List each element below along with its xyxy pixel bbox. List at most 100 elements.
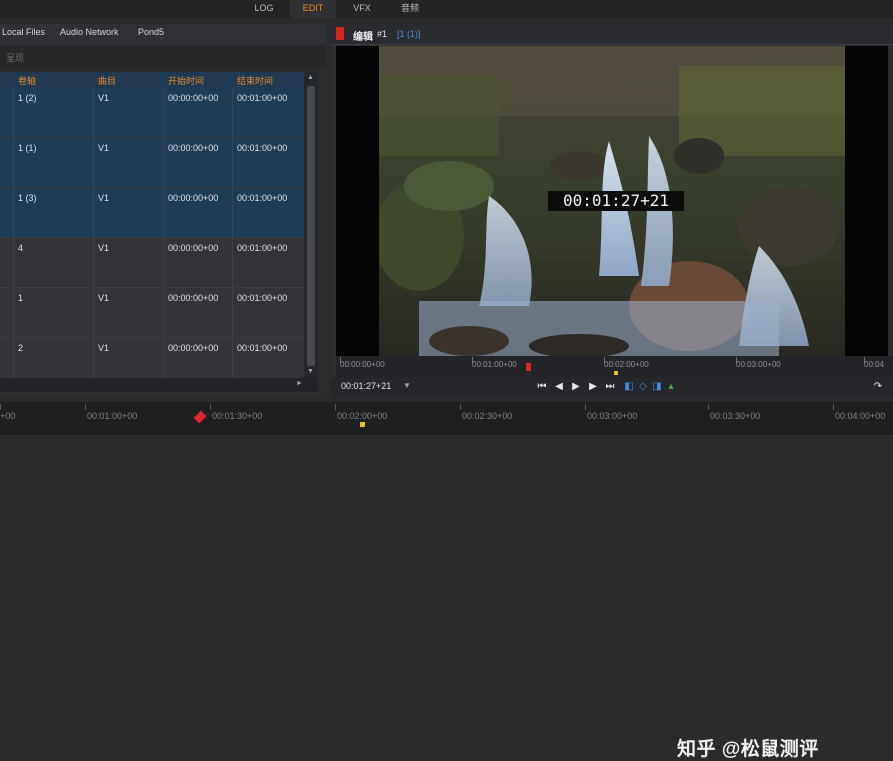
table-row[interactable]: 1 (2) V1 00:00:00+00 00:01:00+00	[0, 88, 304, 138]
timecode-overlay: 00:01:27+21	[548, 191, 684, 211]
timeline-label: 00:03:00+00	[587, 411, 638, 421]
timeline-label: +00	[0, 411, 16, 421]
column-divider	[13, 238, 14, 287]
sequence-timeline[interactable]: +00 00:01:00+00 00:01:30+00 00:02:00+00 …	[0, 402, 893, 435]
column-divider	[163, 238, 164, 287]
tab-log[interactable]: LOG	[244, 0, 284, 18]
tab-audio-network[interactable]: Audio Network	[60, 27, 119, 37]
timeline-tick-mark	[708, 404, 709, 410]
column-divider	[93, 138, 94, 187]
table-row[interactable]: 1 (1) V1 00:00:00+00 00:01:00+00	[0, 138, 304, 188]
project-browser-panel: Local Files Audio Network Pond5 呈现 卷轴 曲目…	[0, 24, 326, 397]
watermark-text: 知乎 @松鼠测评	[677, 739, 819, 760]
column-divider	[13, 188, 14, 237]
column-divider	[163, 138, 164, 187]
filter-placeholder: 呈现	[6, 53, 25, 63]
cell-end-time: 00:01:00+00	[237, 143, 288, 153]
column-header-start-time[interactable]: 开始时间	[168, 74, 204, 87]
filter-input[interactable]: 呈现	[0, 46, 326, 68]
loop-icon[interactable]: ↷	[871, 379, 885, 395]
column-divider	[232, 88, 233, 137]
mark-point	[614, 371, 618, 375]
timeline-tick-mark	[0, 404, 1, 410]
table-row[interactable]: 4 V1 00:00:00+00 00:01:00+00	[0, 238, 304, 288]
red-flag-icon	[336, 27, 344, 40]
column-divider	[93, 238, 94, 287]
tab-audio[interactable]: 音频	[388, 0, 432, 18]
viewer-time-ruler[interactable]: 00:00:00+00 00:01:00+00 00:02:00+00 00:0…	[336, 356, 893, 378]
table-row[interactable]: 1 V1 00:00:00+00 00:01:00+00	[0, 288, 304, 338]
cell-end-time: 00:01:00+00	[237, 343, 288, 353]
tab-pond5[interactable]: Pond5	[138, 27, 164, 37]
add-marker-icon[interactable]: ▴	[664, 379, 678, 395]
mark-in-icon[interactable]: ◧	[622, 379, 636, 395]
column-divider	[232, 238, 233, 287]
play-icon[interactable]: ▶	[569, 379, 583, 395]
table-row[interactable]: 1 (3) V1 00:00:00+00 00:01:00+00	[0, 188, 304, 238]
horizontal-scrollbar[interactable]: ►	[0, 378, 318, 392]
column-divider	[163, 88, 164, 137]
timeline-tick-mark	[460, 404, 461, 410]
table-header: 卷轴 曲目 开始时间 结束时间	[0, 72, 304, 88]
chevron-down-icon[interactable]: ▼	[403, 381, 411, 390]
go-to-end-icon[interactable]: ⏭	[603, 379, 617, 395]
column-divider	[93, 288, 94, 337]
column-header-reel[interactable]: 卷轴	[18, 74, 36, 87]
video-display[interactable]: 00:01:27+21	[336, 46, 888, 356]
step-back-icon[interactable]: ◀	[552, 379, 566, 395]
cell-start-time: 00:00:00+00	[168, 343, 219, 353]
source-tabs: Local Files Audio Network Pond5	[0, 24, 326, 44]
edit-viewer-panel: 编辑 #1 [1 (1)] 00:01:27+21 00:00:00+00 00…	[331, 24, 893, 760]
timeline-tick-mark	[833, 404, 834, 410]
timeline-tick-mark	[85, 404, 86, 410]
cell-start-time: 00:00:00+00	[168, 193, 219, 203]
column-divider	[163, 188, 164, 237]
timeline-playhead[interactable]	[193, 410, 207, 424]
cell-end-time: 00:01:00+00	[237, 93, 288, 103]
column-header-end-time[interactable]: 结束时间	[237, 74, 273, 87]
timeline-tick-mark	[335, 404, 336, 410]
cell-end-time: 00:01:00+00	[237, 193, 288, 203]
tab-vfx[interactable]: VFX	[342, 0, 382, 18]
timeline-tick-mark	[210, 404, 211, 410]
ruler-label: 00:02:00+00	[604, 360, 649, 369]
timeline-label: 00:01:30+00	[212, 411, 263, 421]
scrollbar-thumb[interactable]	[307, 86, 315, 366]
column-divider	[232, 188, 233, 237]
cell-track: V1	[98, 193, 110, 203]
scroll-right-icon[interactable]: ►	[296, 380, 303, 387]
viewer-header: 编辑 #1 [1 (1)]	[331, 24, 893, 45]
mark-out-icon[interactable]: ◨	[650, 379, 664, 395]
cell-reel: 1	[18, 293, 24, 303]
cell-end-time: 00:01:00+00	[237, 243, 288, 253]
clear-marks-icon[interactable]: ◇	[636, 379, 650, 395]
playhead-marker[interactable]	[526, 363, 531, 371]
timeline-mark-point	[360, 422, 365, 427]
column-divider	[163, 288, 164, 337]
cell-start-time: 00:00:00+00	[168, 93, 219, 103]
cell-reel: 1 (1)	[18, 143, 37, 153]
cell-reel: 1 (2)	[18, 93, 37, 103]
tab-local-files[interactable]: Local Files	[2, 27, 45, 37]
tab-edit[interactable]: EDIT	[290, 0, 336, 18]
ruler-label: 00:01:00+00	[472, 360, 517, 369]
ruler-label: 00:00:00+00	[340, 360, 385, 369]
scroll-down-icon[interactable]: ▼	[307, 368, 314, 375]
cell-start-time: 00:00:00+00	[168, 243, 219, 253]
go-to-start-icon[interactable]: ⏮	[535, 379, 549, 395]
scroll-up-icon[interactable]: ▲	[307, 74, 314, 81]
transport-controls: 00:01:27+21 ▼ ⏮ ◀ ▶ ▶ ⏭ ◧ ◇ ◨ ▴ 知乎 @松鼠测评…	[331, 378, 893, 760]
step-forward-icon[interactable]: ▶	[586, 379, 600, 395]
column-header-track[interactable]: 曲目	[98, 74, 116, 87]
current-timecode[interactable]: 00:01:27+21	[341, 381, 391, 391]
cell-track: V1	[98, 343, 110, 353]
viewer-number: #1	[377, 29, 388, 39]
viewer-clip-info: [1 (1)]	[397, 29, 421, 39]
timeline-label: 00:01:00+00	[87, 411, 138, 421]
column-divider	[13, 138, 14, 187]
vertical-scrollbar[interactable]: ▲ ▼	[304, 72, 318, 378]
cell-reel: 2	[18, 343, 24, 353]
timeline-label: 00:03:30+00	[710, 411, 761, 421]
ruler-label: 00:03:00+00	[736, 360, 781, 369]
column-divider	[13, 288, 14, 337]
